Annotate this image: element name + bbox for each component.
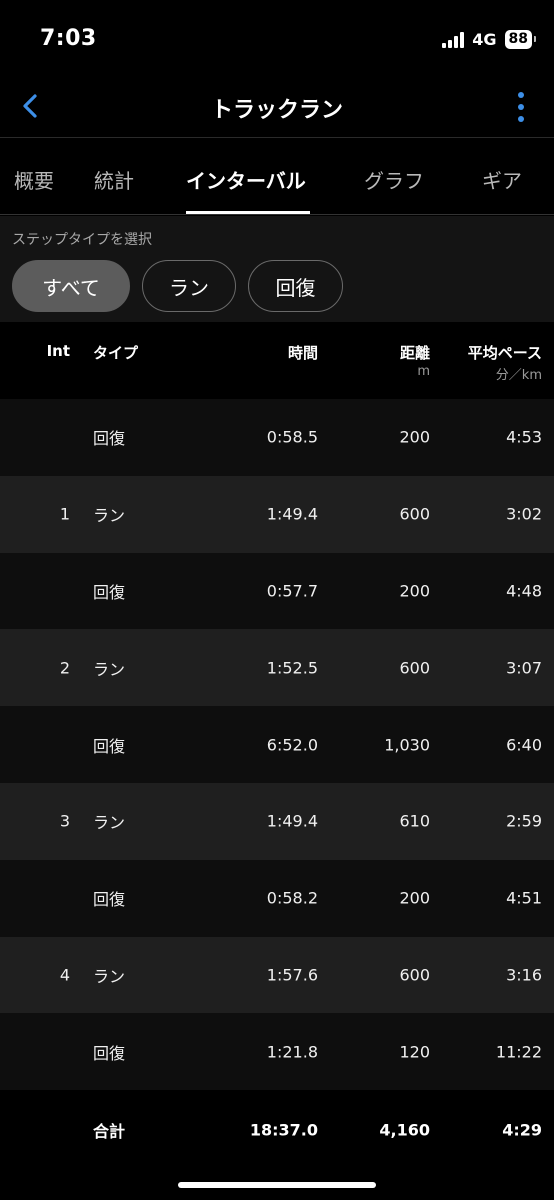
- table-row[interactable]: 2 ラン 1:52.5 600 3:07: [0, 629, 554, 707]
- cell-time: 0:58.5: [266, 427, 318, 447]
- tab-gear[interactable]: ギア: [482, 165, 522, 194]
- table-row[interactable]: 回復 0:58.2 200 4:51: [0, 859, 554, 937]
- tab-stats[interactable]: 統計: [94, 165, 134, 194]
- step-type-filter: ステップタイプを選択 すべて ラン 回復: [0, 216, 554, 322]
- cell-int: 2: [59, 658, 70, 678]
- cell-type: 回復: [93, 429, 126, 449]
- table-row[interactable]: 回復 0:57.7 200 4:48: [0, 552, 554, 630]
- more-vertical-icon[interactable]: [516, 92, 526, 122]
- table-row[interactable]: 回復 0:58.5 200 4:53: [0, 399, 554, 476]
- cell-distance: 600: [399, 504, 430, 524]
- header-time: 時間: [287, 344, 318, 362]
- cell-distance: 610: [399, 811, 430, 831]
- battery-icon: 88: [504, 30, 537, 49]
- table-row[interactable]: 4 ラン 1:57.6 600 3:16: [0, 936, 554, 1014]
- page-title: トラックラン: [210, 98, 343, 123]
- cell-distance: 200: [399, 427, 430, 447]
- header-distance: 距離: [399, 344, 430, 362]
- interval-table-body: 回復 0:58.5 200 4:53 1 ラン 1:49.4 600 3:02 …: [0, 399, 554, 1091]
- table-total-row: 合計 18:37.0 4,160 4:29: [0, 1091, 554, 1169]
- total-pace: 4:29: [502, 1120, 542, 1140]
- cell-distance: 120: [399, 1042, 430, 1062]
- filter-chip-recovery[interactable]: 回復: [248, 260, 343, 312]
- cell-time: 0:58.2: [266, 888, 318, 908]
- cell-type: ラン: [93, 813, 126, 833]
- cell-pace: 3:02: [506, 504, 542, 524]
- tab-graph[interactable]: グラフ: [364, 165, 424, 194]
- cell-distance: 600: [399, 965, 430, 985]
- cell-type: ラン: [93, 966, 126, 986]
- tab-intervals[interactable]: インターバル: [186, 165, 306, 194]
- total-time: 18:37.0: [249, 1120, 318, 1140]
- tab-overview[interactable]: 概要: [14, 165, 54, 194]
- status-bar: 7:03 4G 88: [0, 0, 554, 80]
- tab-bar: 概要 統計 インターバル グラフ ギア: [0, 139, 554, 215]
- cell-time: 0:57.7: [266, 581, 318, 601]
- table-header: Int タイプ 時間 距離 m 平均ペース 分／km: [0, 322, 554, 399]
- table-row[interactable]: 回復 1:21.8 120 11:22: [0, 1013, 554, 1091]
- cell-time: 1:52.5: [266, 658, 318, 678]
- cell-int: 1: [59, 504, 70, 524]
- cell-type: 回復: [93, 736, 126, 756]
- cell-type: ラン: [93, 659, 126, 679]
- filter-label: ステップタイプを選択: [12, 232, 152, 248]
- cell-time: 1:49.4: [266, 504, 318, 524]
- cell-distance: 1,030: [384, 735, 430, 755]
- cell-pace: 2:59: [506, 811, 542, 831]
- table-row[interactable]: 回復 6:52.0 1,030 6:40: [0, 706, 554, 783]
- cell-time: 1:57.6: [266, 965, 318, 985]
- total-distance: 4,160: [379, 1120, 430, 1140]
- cell-int: 3: [59, 811, 70, 831]
- filter-chip-all[interactable]: すべて: [12, 260, 130, 312]
- header-distance-unit: m: [417, 364, 430, 379]
- navigation-bar: トラックラン: [0, 80, 554, 138]
- cell-pace: 6:40: [506, 735, 542, 755]
- table-row[interactable]: 3 ラン 1:49.4 610 2:59: [0, 782, 554, 860]
- cell-distance: 200: [399, 888, 430, 908]
- cell-int: 4: [59, 965, 70, 985]
- cell-type: 回復: [93, 1043, 126, 1063]
- cell-pace: 11:22: [495, 1042, 542, 1062]
- cell-time: 1:21.8: [266, 1042, 318, 1062]
- cell-distance: 600: [399, 658, 430, 678]
- table-row[interactable]: 1 ラン 1:49.4 600 3:02: [0, 475, 554, 553]
- status-time: 7:03: [40, 26, 97, 51]
- total-label: 合計: [93, 1122, 126, 1141]
- cell-distance: 200: [399, 581, 430, 601]
- cell-type: 回復: [93, 582, 126, 602]
- active-tab-indicator: [186, 211, 310, 214]
- filter-chip-run[interactable]: ラン: [142, 260, 236, 312]
- signal-icon: [442, 31, 465, 48]
- cell-pace: 3:16: [506, 965, 542, 985]
- cell-pace: 3:07: [506, 658, 542, 678]
- cell-pace: 4:48: [506, 581, 542, 601]
- cell-pace: 4:53: [506, 427, 542, 447]
- cell-type: 回復: [93, 890, 126, 910]
- header-type: タイプ: [93, 344, 139, 362]
- header-pace: 平均ペース: [467, 344, 542, 362]
- cell-time: 6:52.0: [266, 735, 318, 755]
- header-pace-unit: 分／km: [495, 368, 542, 383]
- cell-pace: 4:51: [506, 888, 542, 908]
- home-indicator[interactable]: [178, 1182, 376, 1188]
- status-indicators: 4G 88: [442, 30, 537, 49]
- cell-type: ラン: [93, 506, 126, 526]
- cell-time: 1:49.4: [266, 811, 318, 831]
- network-type: 4G: [472, 30, 497, 49]
- header-int: Int: [46, 342, 70, 360]
